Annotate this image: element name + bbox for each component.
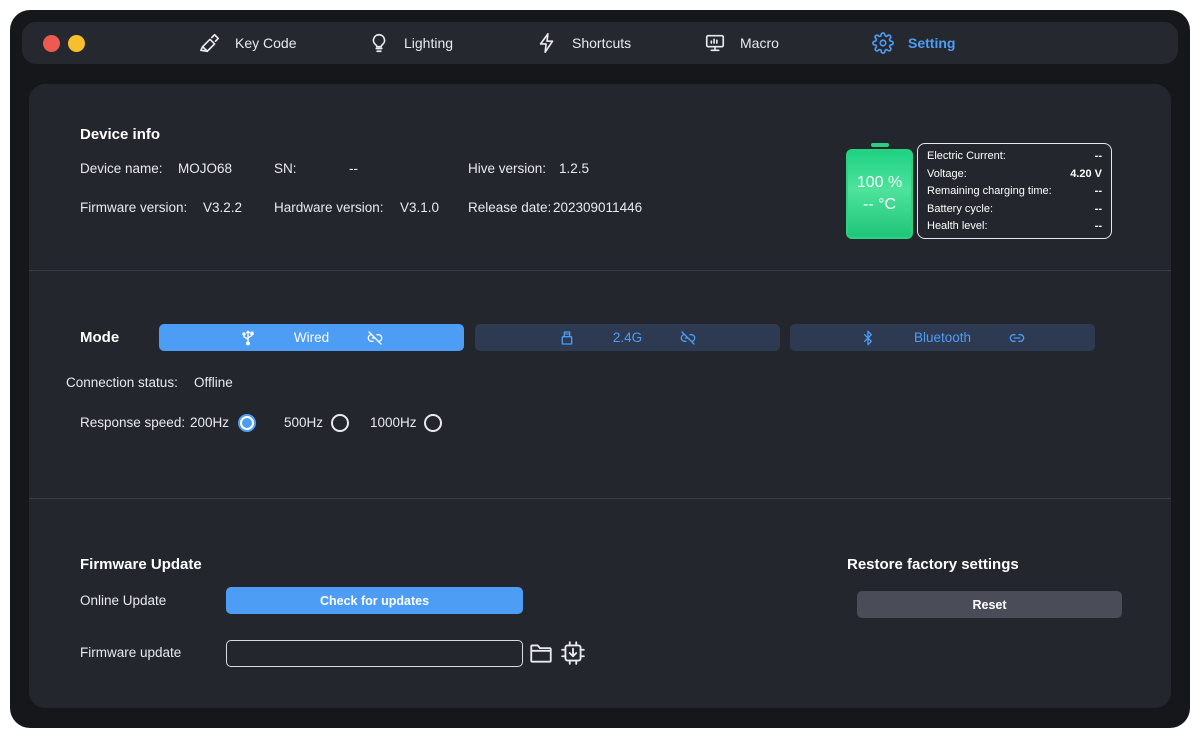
battery-indicator: 100 % -- °C [846, 149, 913, 239]
tab-label: Setting [908, 35, 956, 51]
mode-title: Mode [80, 329, 120, 346]
battery-percent: 100 % [856, 174, 903, 191]
section-divider [29, 270, 1171, 271]
battery-info-row: Electric Current: -- [927, 148, 1102, 166]
tab-macro[interactable]: Macro [704, 22, 779, 64]
unlink-icon [367, 330, 383, 346]
tab-label: Key Code [235, 35, 297, 51]
hardware-version-value: V3.1.0 [400, 200, 440, 215]
firmware-file-label: Firmware update [80, 645, 182, 660]
speed-1000hz-label: 1000Hz [370, 415, 417, 430]
title-bar: Key Code Lighting Shortcuts Macro Settin… [22, 22, 1178, 64]
speed-1000hz-radio[interactable] [424, 414, 442, 432]
tab-shortcuts[interactable]: Shortcuts [536, 22, 631, 64]
battery-cycle-label: Battery cycle: [927, 202, 994, 215]
voltage-value: 4.20 V [1070, 167, 1102, 180]
device-info-title: Device info [80, 126, 161, 143]
device-name-label: Device name: [80, 161, 163, 176]
link-icon [1009, 330, 1025, 346]
firmware-version-label: Firmware version: [80, 200, 188, 215]
settings-panel: Device info Device name: MOJO68 SN: -- H… [29, 84, 1171, 708]
speed-200hz-radio[interactable] [238, 414, 256, 432]
battery-temperature: -- °C [862, 196, 897, 213]
app-window: Key Code Lighting Shortcuts Macro Settin… [10, 10, 1190, 728]
electric-current-value: -- [1094, 150, 1102, 162]
tab-key-code[interactable]: Key Code [199, 22, 296, 64]
sn-label: SN: [274, 161, 297, 176]
response-speed-label: Response speed: [80, 415, 186, 430]
release-date-label: Release date: [468, 200, 552, 215]
speed-500hz-radio[interactable] [331, 414, 349, 432]
minimize-window-button[interactable] [68, 35, 85, 52]
device-name-value: MOJO68 [178, 161, 233, 176]
remaining-charging-time-label: Remaining charging time: [927, 185, 1052, 198]
tab-label: Macro [740, 35, 779, 51]
lightning-icon [539, 33, 554, 53]
firmware-update-title: Firmware Update [80, 556, 202, 573]
hardware-version-label: Hardware version: [274, 200, 384, 215]
sn-value: -- [349, 161, 358, 176]
folder-icon[interactable] [528, 640, 554, 666]
key-code-icon [200, 33, 220, 53]
remaining-charging-time-value: -- [1094, 185, 1102, 198]
usb-icon [240, 330, 256, 346]
battery-info-row: Battery cycle: -- [927, 201, 1102, 219]
hive-version-label: Hive version: [468, 161, 547, 176]
hive-version-value: 1.2.5 [559, 161, 590, 176]
health-level-value: -- [1094, 220, 1102, 233]
mode-bluetooth-button[interactable]: Bluetooth [790, 324, 1095, 351]
monitor-icon [705, 34, 725, 52]
mode-bluetooth-label: Bluetooth [913, 330, 972, 345]
battery-info-row: Remaining charging time: -- [927, 183, 1102, 201]
mode-wired-button[interactable]: Wired [159, 324, 464, 351]
mode-2-4g-label: 2.4G [612, 330, 643, 345]
battery-cap [871, 143, 889, 147]
tab-setting[interactable]: Setting [872, 22, 955, 64]
online-update-label: Online Update [80, 593, 167, 608]
mode-2-4g-button[interactable]: 2.4G [475, 324, 780, 351]
check-for-updates-button[interactable]: Check for updates [226, 587, 523, 614]
battery-info-row: Health level: -- [927, 218, 1102, 236]
speed-500hz-label: 500Hz [284, 415, 324, 430]
restore-factory-title: Restore factory settings [847, 556, 1019, 573]
tab-label: Lighting [404, 35, 454, 51]
section-divider [29, 498, 1171, 499]
release-date-value: 202309011446 [553, 200, 643, 215]
voltage-label: Voltage: [927, 167, 967, 180]
electric-current-label: Electric Current: [927, 150, 1006, 162]
bulb-icon [372, 33, 386, 53]
connection-status-value: Offline [194, 375, 233, 390]
bluetooth-icon [860, 330, 876, 346]
firmware-version-value: V3.2.2 [203, 200, 243, 215]
speed-200hz-label: 200Hz [190, 415, 230, 430]
gear-icon [872, 32, 894, 54]
battery-info-row: Voltage: 4.20 V [927, 166, 1102, 184]
tab-label: Shortcuts [572, 35, 632, 51]
reset-button[interactable]: Reset [857, 591, 1122, 618]
tab-lighting[interactable]: Lighting [368, 22, 453, 64]
firmware-file-field[interactable] [226, 640, 523, 667]
battery-info-box: Electric Current: -- Voltage: 4.20 V Rem… [917, 143, 1112, 239]
mode-wired-label: Wired [293, 330, 330, 345]
health-level-label: Health level: [927, 220, 988, 233]
receiver-icon [559, 330, 575, 346]
unlink-icon [680, 330, 696, 346]
battery-cycle-value: -- [1094, 202, 1102, 215]
connection-status-label: Connection status: [66, 375, 178, 390]
close-window-button[interactable] [43, 35, 60, 52]
chip-download-icon[interactable] [560, 640, 586, 666]
